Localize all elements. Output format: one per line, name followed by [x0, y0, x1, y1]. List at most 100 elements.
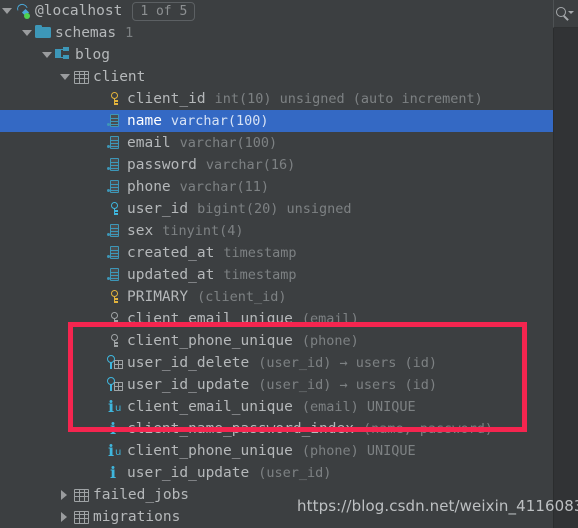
column-icon	[106, 264, 124, 286]
tree-row[interactable]: updated_at timestamp	[0, 264, 553, 286]
tree-row-label: sex	[127, 223, 154, 239]
tree-row-label: client_email_unique	[127, 399, 293, 415]
disclosure-triangle	[92, 374, 106, 396]
tree-row[interactable]: client_phone_unique (phone)	[0, 330, 553, 352]
column-icon	[106, 110, 124, 132]
tree-row[interactable]: client_email_unique (email)	[0, 308, 553, 330]
tree-row-label: client_phone_unique	[127, 443, 293, 459]
tree-row[interactable]: PRIMARY (client_id)	[0, 286, 553, 308]
tree-row-meta: int(10) unsigned (auto increment)	[214, 91, 483, 107]
tree-row-label: phone	[127, 179, 171, 195]
tree-row[interactable]: i client_name_password_index (name, passwo…	[0, 418, 553, 440]
watermark-text: https://blog.csdn.net/weixin_41160838	[297, 497, 578, 515]
tree-row-label: user_id_update	[127, 465, 250, 481]
column-icon	[106, 220, 124, 242]
disclosure-triangle	[92, 352, 106, 374]
tree-row[interactable]: user_id_update (user_id) → users (id)	[0, 374, 553, 396]
tree-row[interactable]: email varchar(100)	[0, 132, 553, 154]
disclosure-triangle	[92, 132, 106, 154]
disclosure-triangle	[92, 198, 106, 220]
table-icon	[72, 66, 90, 88]
tree-row-meta: (email)	[301, 311, 359, 327]
tree-row[interactable]: i u client_email_unique (email) UNIQUE	[0, 396, 553, 418]
tree-row-meta: (phone)	[301, 333, 359, 349]
disclosure-triangle[interactable]	[40, 44, 54, 66]
tree-row-label: client	[93, 69, 146, 85]
tree-row-meta: (user_id) → users (id)	[258, 377, 438, 393]
tree-row-meta: bigint(20) unsigned	[197, 201, 352, 217]
disclosure-triangle[interactable]	[20, 22, 34, 44]
unique-index-icon: iu	[108, 397, 122, 416]
schema-icon	[54, 44, 72, 66]
right-sidebar-strip	[553, 0, 578, 528]
tree-row[interactable]: schemas 1	[0, 22, 553, 44]
tree-row[interactable]: password varchar(16)	[0, 154, 553, 176]
tree-row[interactable]: client	[0, 66, 553, 88]
disclosure-triangle	[92, 264, 106, 286]
disclosure-triangle	[92, 242, 106, 264]
disclosure-triangle	[92, 462, 106, 484]
foreign-key-icon	[106, 352, 124, 374]
index-icon: i	[110, 419, 117, 438]
tree-row-label: schemas	[55, 25, 117, 41]
tree-row[interactable]: user_id bigint(20) unsigned	[0, 198, 553, 220]
tree-row-meta: (email) UNIQUE	[301, 399, 416, 415]
search-icon[interactable]	[552, 0, 578, 28]
tree-row[interactable]: i user_id_update (user_id)	[0, 462, 553, 484]
column-icon	[106, 176, 124, 198]
tree-row-meta: (client_id)	[197, 289, 287, 305]
tree-row[interactable]: name varchar(100)	[0, 110, 553, 132]
search-glyph	[556, 7, 574, 21]
tree-row-label: client_email_unique	[127, 311, 293, 327]
tree-row-label: email	[127, 135, 171, 151]
tree-row-label: password	[127, 157, 197, 173]
tree-row[interactable]: i u client_phone_unique (phone) UNIQUE	[0, 440, 553, 462]
tree-row-label: name	[127, 113, 162, 129]
tree-row-meta: timestamp	[223, 267, 297, 283]
disclosure-triangle[interactable]	[58, 66, 72, 88]
column-icon	[106, 132, 124, 154]
foreign-key-column-icon	[106, 198, 124, 220]
disclosure-triangle[interactable]	[0, 0, 14, 22]
unique-index-icon: iu	[108, 441, 122, 460]
tree-row-meta: tinyint(4)	[162, 223, 244, 239]
chevron-down-icon	[568, 11, 574, 14]
tree-row[interactable]: sex tinyint(4)	[0, 220, 553, 242]
tree-row-meta: varchar(16)	[205, 157, 296, 173]
folder-icon	[34, 22, 52, 44]
tree-row[interactable]: phone varchar(11)	[0, 176, 553, 198]
tree-row-meta: (name, password)	[362, 421, 494, 437]
tree-row-label: client_id	[127, 91, 206, 107]
disclosure-triangle[interactable]	[58, 484, 72, 506]
schema-tree[interactable]: @localhost 1 of 5 schemas 1 blog client client…	[0, 0, 553, 528]
unique-key-icon	[106, 330, 124, 352]
disclosure-triangle[interactable]	[58, 506, 72, 528]
tree-row-meta: timestamp	[223, 245, 297, 261]
table-icon	[72, 484, 90, 506]
tree-row[interactable]: user_id_delete (user_id) → users (id)	[0, 352, 553, 374]
tree-row-label: blog	[75, 47, 110, 63]
tree-row[interactable]: @localhost 1 of 5	[0, 0, 553, 22]
disclosure-triangle	[92, 330, 106, 352]
tree-row[interactable]: created_at timestamp	[0, 242, 553, 264]
column-icon	[106, 154, 124, 176]
tree-row-meta: (user_id)	[258, 465, 332, 481]
primary-key-column-icon	[106, 88, 124, 110]
tree-row[interactable]: blog	[0, 44, 553, 66]
tree-row[interactable]: client_id int(10) unsigned (auto incremen…	[0, 88, 553, 110]
table-icon	[72, 506, 90, 528]
